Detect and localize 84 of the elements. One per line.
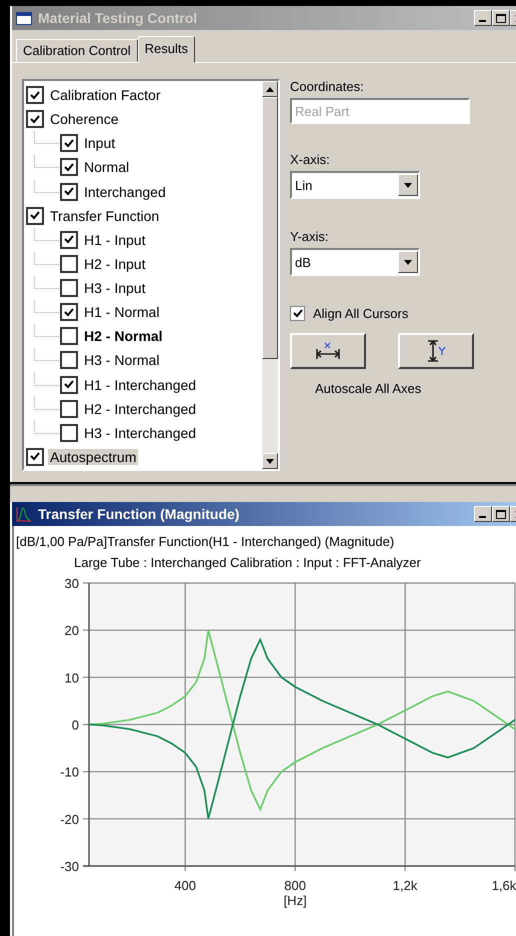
tree-item[interactable]: H1 - Input [82, 232, 148, 248]
up-arrow-icon [266, 86, 274, 92]
tree-checkbox[interactable] [60, 376, 78, 394]
check-icon [64, 162, 74, 172]
tick-label: 0 [72, 718, 79, 732]
autoscale-x-button[interactable] [290, 333, 366, 369]
tick-label: -20 [60, 812, 79, 827]
axis-label: [Hz] [284, 893, 307, 908]
check-icon [292, 309, 302, 318]
tick-label: 400 [174, 878, 196, 893]
chart-icon [16, 506, 32, 522]
axis-dropdown[interactable]: dB [290, 248, 420, 276]
tree-item[interactable]: H2 - Input [82, 256, 148, 272]
tick-label: 1,2k [392, 878, 418, 893]
vertical-scale-icon [425, 339, 447, 363]
tree-checkbox[interactable] [60, 158, 78, 176]
minimize-button[interactable] [474, 506, 492, 522]
field-label: Y-axis: [290, 229, 330, 244]
tree-item[interactable]: Coherence [48, 111, 120, 128]
tree-item[interactable]: Autospectrum [48, 448, 138, 465]
tab[interactable]: Results [138, 36, 196, 63]
maximize-icon [496, 14, 506, 22]
tree-item[interactable]: H2 - Normal [82, 328, 165, 344]
window-icon [16, 12, 32, 24]
tree-item[interactable]: Input [82, 135, 118, 152]
tree-item[interactable]: H1 - Interchanged [82, 376, 198, 393]
tree-item[interactable]: Normal [82, 159, 132, 176]
tree-checkbox[interactable] [60, 400, 78, 418]
tick-label: 10 [64, 670, 79, 686]
maximize-icon [496, 510, 506, 518]
tick-label: -30 [60, 859, 79, 874]
down-arrow-icon [266, 458, 274, 464]
tree-checkbox[interactable] [60, 279, 78, 298]
tick-label: -10 [60, 764, 79, 780]
chart-subtitle: Large Tube : Interchanged Calibration : Input : FFT-Analyzer [73, 554, 422, 570]
check-icon [64, 187, 74, 196]
tree-item[interactable]: H1 - Normal [82, 304, 162, 320]
tree-checkbox[interactable] [60, 254, 78, 273]
check-icon [30, 211, 40, 220]
tick-label: 20 [64, 623, 79, 638]
check-icon [30, 90, 40, 100]
check-icon [64, 308, 74, 317]
down-arrow-icon [404, 260, 412, 264]
tree-checkbox[interactable] [60, 303, 78, 322]
tree-item[interactable]: H3 - Input [82, 280, 148, 296]
tab[interactable]: Calibration Control [16, 39, 138, 62]
tick-label: 800 [284, 878, 306, 893]
down-arrow-icon [404, 182, 412, 188]
tree-checkbox[interactable] [60, 230, 78, 249]
tree-checkbox[interactable] [26, 206, 44, 225]
tree-checkbox[interactable] [60, 134, 78, 152]
check-icon [64, 235, 74, 244]
tree-item[interactable]: H3 - Normal [82, 352, 162, 368]
window-title: Transfer Function (Magnitude) [38, 506, 240, 522]
axis-dropdown[interactable]: Lin [290, 171, 420, 199]
minimize-button[interactable] [474, 10, 492, 26]
tree-checkbox[interactable] [26, 448, 44, 466]
window-title: Material Testing Control [38, 10, 198, 26]
tree-checkbox[interactable] [60, 424, 78, 442]
autoscale-y-button[interactable] [398, 333, 474, 369]
tree-item[interactable]: H3 - Interchanged [82, 424, 198, 441]
tree-item[interactable]: H2 - Interchanged [82, 400, 198, 417]
field-label: X-axis: [290, 152, 331, 167]
tick-label: 30 [64, 576, 79, 591]
tree-checkbox[interactable] [60, 327, 78, 346]
align-cursors-checkbox[interactable]: Align All Cursors [290, 306, 480, 321]
chart-title: [dB/1,00 Pa/Pa]Transfer Function(H1 - Interchanged) (Magnitude) [15, 533, 396, 549]
maximize-button[interactable] [492, 10, 510, 26]
check-icon [64, 380, 74, 390]
tree-item[interactable]: Transfer Function [48, 208, 162, 224]
field-label: Coordinates: [290, 79, 365, 94]
check-icon [64, 138, 74, 148]
check-icon [30, 452, 40, 462]
horizontal-scale-icon [315, 341, 341, 361]
tree-checkbox[interactable] [60, 182, 78, 201]
tree-checkbox[interactable] [26, 86, 44, 104]
maximize-button[interactable] [492, 506, 510, 522]
tree-checkbox[interactable] [60, 351, 78, 370]
tick-label: 1,6k [492, 878, 516, 893]
check-icon [30, 114, 40, 124]
tree-item[interactable]: Calibration Factor [48, 87, 162, 104]
autoscale-label: Autoscale All Axes [315, 381, 422, 396]
tree-checkbox[interactable] [26, 110, 44, 128]
tree-item[interactable]: Interchanged [82, 184, 168, 200]
